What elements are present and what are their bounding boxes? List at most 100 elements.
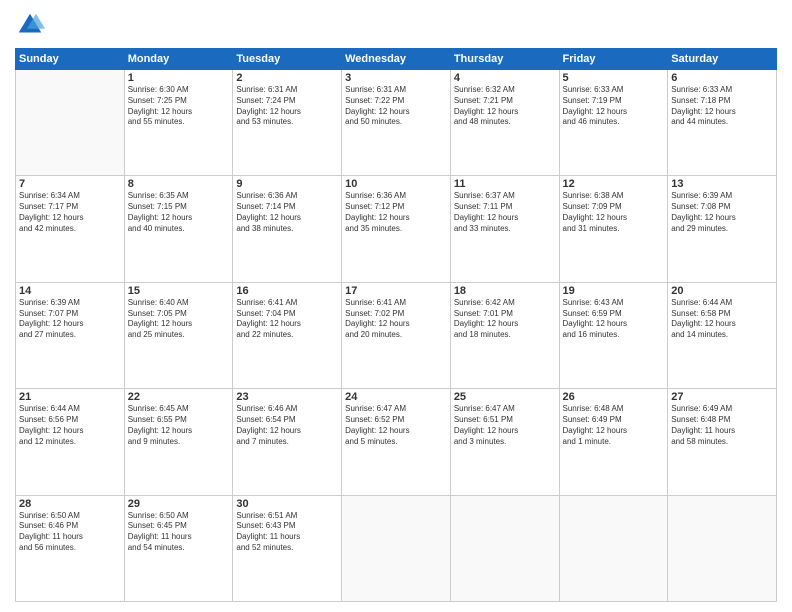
day-info: Sunrise: 6:51 AMSunset: 6:43 PMDaylight:… — [236, 511, 338, 554]
col-saturday: Saturday — [668, 49, 777, 70]
day-info-line: Sunset: 7:18 PM — [671, 96, 730, 105]
day-number: 27 — [671, 391, 773, 403]
table-row: 25Sunrise: 6:47 AMSunset: 6:51 PMDayligh… — [450, 389, 559, 495]
day-info-line: Sunset: 7:12 PM — [345, 202, 404, 211]
day-info-line: Sunset: 7:09 PM — [563, 202, 622, 211]
col-monday: Monday — [124, 49, 233, 70]
day-info-line: and 55 minutes. — [128, 117, 185, 126]
day-info-line: Daylight: 12 hours — [454, 426, 518, 435]
table-row: 5Sunrise: 6:33 AMSunset: 7:19 PMDaylight… — [559, 70, 668, 176]
day-info-line: Sunrise: 6:50 AM — [128, 511, 189, 520]
day-number: 17 — [345, 285, 447, 297]
day-info-line: Daylight: 12 hours — [454, 107, 518, 116]
day-info-line: Sunrise: 6:39 AM — [19, 298, 80, 307]
day-info-line: and 16 minutes. — [563, 330, 620, 339]
day-info-line: Daylight: 11 hours — [236, 532, 300, 541]
day-info-line: Sunrise: 6:51 AM — [236, 511, 297, 520]
day-info-line: and 48 minutes. — [454, 117, 511, 126]
table-row: 9Sunrise: 6:36 AMSunset: 7:14 PMDaylight… — [233, 176, 342, 282]
day-info-line: Sunrise: 6:43 AM — [563, 298, 624, 307]
day-info-line: and 53 minutes. — [236, 117, 293, 126]
day-number: 16 — [236, 285, 338, 297]
table-row: 11Sunrise: 6:37 AMSunset: 7:11 PMDayligh… — [450, 176, 559, 282]
day-info-line: Sunset: 7:17 PM — [19, 202, 78, 211]
day-info-line: Sunrise: 6:44 AM — [19, 404, 80, 413]
day-info: Sunrise: 6:38 AM Sunset: 7:09 PM Daylight:… — [563, 191, 665, 234]
day-info-line: and 38 minutes. — [236, 224, 293, 233]
day-info-line: Sunrise: 6:38 AM — [563, 191, 624, 200]
day-info: Sunrise: 6:43 AMSunset: 6:59 PMDaylight:… — [563, 298, 665, 341]
table-row: 13Sunrise: 6:39 AMSunset: 7:08 PMDayligh… — [668, 176, 777, 282]
table-row: 29Sunrise: 6:50 AMSunset: 6:45 PMDayligh… — [124, 495, 233, 601]
table-row: 18Sunrise: 6:42 AMSunset: 7:01 PMDayligh… — [450, 282, 559, 388]
day-info-line: Sunset: 6:52 PM — [345, 415, 404, 424]
day-info-line: and 44 minutes. — [671, 117, 728, 126]
day-info-line: Daylight: 12 hours — [563, 107, 627, 116]
day-info-line: Daylight: 12 hours — [671, 107, 735, 116]
day-info-line: Sunset: 6:46 PM — [19, 521, 78, 530]
day-info-line: and 54 minutes. — [128, 543, 185, 552]
day-info-line: Daylight: 11 hours — [19, 532, 83, 541]
day-info-line: and 18 minutes. — [454, 330, 511, 339]
day-info: Sunrise: 6:33 AMSunset: 7:19 PMDaylight:… — [563, 85, 665, 128]
page: Sunday Monday Tuesday Wednesday Thursday… — [0, 0, 792, 612]
day-info: Sunrise: 6:30 AMSunset: 7:25 PMDaylight:… — [128, 85, 230, 128]
day-info-line: Sunrise: 6:49 AM — [671, 404, 732, 413]
day-info-line: and 40 minutes. — [128, 224, 185, 233]
day-info-line: Sunset: 6:58 PM — [671, 309, 730, 318]
day-info-line: Sunset: 6:51 PM — [454, 415, 513, 424]
table-row: 15Sunrise: 6:40 AMSunset: 7:05 PMDayligh… — [124, 282, 233, 388]
day-info-line: Sunset: 7:21 PM — [454, 96, 513, 105]
table-row — [16, 70, 125, 176]
day-info-line: and 5 minutes. — [345, 437, 397, 446]
day-number: 28 — [19, 498, 121, 510]
day-info-line: Daylight: 12 hours — [454, 319, 518, 328]
day-number: 26 — [563, 391, 665, 403]
day-info-line: Daylight: 12 hours — [345, 107, 409, 116]
day-info-line: Daylight: 12 hours — [345, 426, 409, 435]
day-number: 7 — [19, 178, 121, 190]
day-info: Sunrise: 6:50 AMSunset: 6:46 PM Daylight:… — [19, 511, 121, 554]
logo-icon — [15, 10, 45, 40]
day-info-line: Daylight: 12 hours — [128, 107, 192, 116]
day-info-line: Sunset: 7:07 PM — [19, 309, 78, 318]
day-info: Sunrise: 6:47 AMSunset: 6:52 PMDaylight:… — [345, 404, 447, 447]
day-info-line: Daylight: 11 hours — [128, 532, 192, 541]
day-info-line: Sunrise: 6:47 AM — [454, 404, 515, 413]
day-info-line: Daylight: 12 hours — [563, 213, 627, 222]
day-info-line: Sunrise: 6:31 AM — [345, 85, 406, 94]
table-row: 16Sunrise: 6:41 AMSunset: 7:04 PMDayligh… — [233, 282, 342, 388]
day-info: Sunrise: 6:44 AMSunset: 6:58 PMDaylight:… — [671, 298, 773, 341]
day-info: Sunrise: 6:42 AMSunset: 7:01 PMDaylight:… — [454, 298, 556, 341]
table-row: 3Sunrise: 6:31 AMSunset: 7:22 PMDaylight… — [342, 70, 451, 176]
day-info-line: Sunset: 7:01 PM — [454, 309, 513, 318]
day-number: 6 — [671, 72, 773, 84]
day-info-line: and 25 minutes. — [128, 330, 185, 339]
calendar-header-row: Sunday Monday Tuesday Wednesday Thursday… — [16, 49, 777, 70]
day-info: Sunrise: 6:45 AMSunset: 6:55 PMDaylight:… — [128, 404, 230, 447]
table-row: 27Sunrise: 6:49 AMSunset: 6:48 PMDayligh… — [668, 389, 777, 495]
day-info-line: Sunset: 7:22 PM — [345, 96, 404, 105]
day-number: 29 — [128, 498, 230, 510]
day-number: 30 — [236, 498, 338, 510]
day-info: Sunrise: 6:35 AMSunset: 7:15 PMDaylight:… — [128, 191, 230, 234]
col-wednesday: Wednesday — [342, 49, 451, 70]
table-row: 20Sunrise: 6:44 AMSunset: 6:58 PMDayligh… — [668, 282, 777, 388]
day-info-line: Sunrise: 6:46 AM — [236, 404, 297, 413]
day-info-line: and 35 minutes. — [345, 224, 402, 233]
calendar-week-row: 14Sunrise: 6:39 AMSunset: 7:07 PMDayligh… — [16, 282, 777, 388]
table-row — [559, 495, 668, 601]
day-info-line: Sunrise: 6:44 AM — [671, 298, 732, 307]
day-info-line: Sunset: 7:25 PM — [128, 96, 187, 105]
day-info-line: Daylight: 12 hours — [19, 213, 83, 222]
day-info-line: and 9 minutes. — [128, 437, 180, 446]
day-info-line: Sunset: 6:59 PM — [563, 309, 622, 318]
col-thursday: Thursday — [450, 49, 559, 70]
day-info-line: and 27 minutes. — [19, 330, 76, 339]
table-row: 21Sunrise: 6:44 AMSunset: 6:56 PMDayligh… — [16, 389, 125, 495]
day-info-line: Sunrise: 6:41 AM — [345, 298, 406, 307]
table-row: 7Sunrise: 6:34 AMSunset: 7:17 PMDaylight… — [16, 176, 125, 282]
day-info-line: Sunrise: 6:50 AM — [19, 511, 80, 520]
day-info: Sunrise: 6:41 AMSunset: 7:04 PMDaylight:… — [236, 298, 338, 341]
table-row: 8Sunrise: 6:35 AMSunset: 7:15 PMDaylight… — [124, 176, 233, 282]
